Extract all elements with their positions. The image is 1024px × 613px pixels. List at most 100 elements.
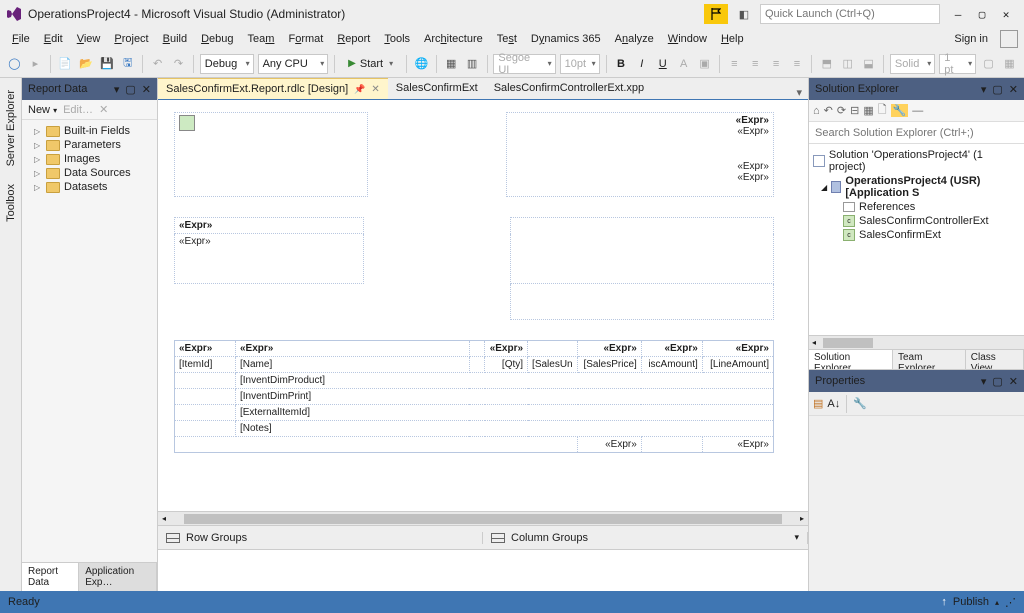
col-header[interactable]: «Expr» xyxy=(235,341,469,357)
notification-flag-icon[interactable] xyxy=(704,4,728,24)
se-solution[interactable]: Solution 'OperationsProject4' (1 project… xyxy=(811,148,1022,174)
se-tab-team[interactable]: Team Explorer xyxy=(893,350,966,369)
props-close-icon[interactable]: ✕ xyxy=(1009,375,1018,388)
col-header[interactable]: «Expr» xyxy=(641,341,702,357)
se-preview-icon[interactable]: — xyxy=(912,105,923,117)
se-search-input[interactable] xyxy=(809,122,1024,143)
data-cell[interactable]: [LineAmount] xyxy=(702,357,773,373)
tool-2-icon[interactable]: ▥ xyxy=(464,54,481,74)
pin-icon[interactable]: ▾ xyxy=(114,83,120,96)
footer-cell[interactable]: «Expr» xyxy=(578,437,641,453)
footer-cell[interactable]: «Expr» xyxy=(702,437,773,453)
se-sync-icon[interactable]: ⟳ xyxy=(837,104,846,117)
se-scrollbar[interactable]: ◂ xyxy=(809,335,1024,349)
tree-images[interactable]: ▷Images xyxy=(24,152,155,166)
save-icon[interactable]: 💾 xyxy=(98,54,115,74)
col-header[interactable]: «Expr» xyxy=(702,341,773,357)
start-button[interactable]: ▶Start▾ xyxy=(341,54,400,74)
data-cell[interactable]: [Qty] xyxy=(485,357,528,373)
tree-datasets[interactable]: ▷Datasets xyxy=(24,180,155,194)
dock-icon[interactable]: ▢ xyxy=(125,83,135,96)
se-close-icon[interactable]: ✕ xyxy=(1009,83,1018,96)
data-cell[interactable]: [SalesUn xyxy=(528,357,578,373)
menu-file[interactable]: File xyxy=(6,31,36,47)
data-cell[interactable]: [InventDimPrint] xyxy=(235,389,773,405)
tab-overflow-icon[interactable]: ▾ xyxy=(790,86,808,99)
platform-combo[interactable]: Any CPU xyxy=(258,54,329,74)
menu-debug[interactable]: Debug xyxy=(195,31,239,47)
bt-report-data[interactable]: Report Data xyxy=(22,563,79,591)
nav-back-icon[interactable]: ◯ xyxy=(6,54,23,74)
image-placeholder-icon[interactable] xyxy=(179,115,195,131)
se-references[interactable]: References xyxy=(811,200,1022,214)
expr-cell[interactable]: «Expr» xyxy=(179,220,212,231)
data-cell[interactable]: [ExternalItemId] xyxy=(235,405,773,421)
menu-architecture[interactable]: Architecture xyxy=(418,31,489,47)
se-item-ext[interactable]: cSalesConfirmExt xyxy=(811,228,1022,242)
pin-icon[interactable]: 📌 xyxy=(354,84,365,95)
groups-dropdown-icon[interactable]: ▾ xyxy=(794,532,799,543)
groups-body[interactable] xyxy=(158,549,808,591)
props-pin-icon[interactable]: ▢ xyxy=(992,375,1002,388)
expr-cell[interactable]: «Expr» xyxy=(511,161,769,172)
se-home-icon[interactable]: ⌂ xyxy=(813,105,820,117)
tree-builtin-fields[interactable]: ▷Built-in Fields xyxy=(24,124,155,138)
redo-icon[interactable]: ↷ xyxy=(170,54,187,74)
tree-data-sources[interactable]: ▷Data Sources xyxy=(24,166,155,180)
close-button[interactable]: ✕ xyxy=(998,6,1014,22)
data-cell[interactable]: [SalesPrice] xyxy=(578,357,641,373)
categorized-icon[interactable]: ▤ xyxy=(813,397,823,410)
status-publish[interactable]: Publish xyxy=(953,596,989,608)
menu-help[interactable]: Help xyxy=(715,31,750,47)
se-item-controller[interactable]: cSalesConfirmControllerExt xyxy=(811,214,1022,228)
alphabetical-icon[interactable]: A↓ xyxy=(827,398,840,410)
expr-cell[interactable]: «Expr» xyxy=(511,172,769,183)
menu-dynamics[interactable]: Dynamics 365 xyxy=(525,31,607,47)
properties-body[interactable] xyxy=(809,416,1024,591)
minimize-button[interactable]: — xyxy=(950,6,966,22)
se-refresh-icon[interactable]: 🗋 xyxy=(878,101,887,120)
horizontal-scrollbar[interactable]: ◂▸ xyxy=(158,511,808,525)
se-tab-solution[interactable]: Solution Explorer xyxy=(809,350,893,369)
data-cell[interactable]: [InventDimProduct] xyxy=(235,373,773,389)
resize-grip-icon[interactable]: ⋰ xyxy=(1005,596,1016,609)
se-tree[interactable]: Solution 'OperationsProject4' (1 project… xyxy=(809,144,1024,335)
expr-cell[interactable]: «Expr» xyxy=(511,126,769,137)
se-tab-classview[interactable]: Class View xyxy=(966,350,1024,369)
se-project[interactable]: ◢OperationsProject4 (USR) [Application S xyxy=(811,174,1022,200)
data-cell[interactable]: [Name] xyxy=(235,357,469,373)
tree-parameters[interactable]: ▷Parameters xyxy=(24,138,155,152)
se-collapse-icon[interactable]: ⊟ xyxy=(850,104,859,117)
doctab-design[interactable]: SalesConfirmExt.Report.rdlc [Design]📌✕ xyxy=(158,78,388,99)
tab-toolbox[interactable]: Toolbox xyxy=(3,176,19,230)
menu-team[interactable]: Team xyxy=(242,31,281,47)
col-header[interactable] xyxy=(528,341,578,357)
se-showall-icon[interactable]: ▦ xyxy=(863,104,873,117)
props-tool-icon[interactable]: 🔧 xyxy=(853,397,867,410)
col-header[interactable] xyxy=(469,341,484,357)
new-project-icon[interactable]: 📄 xyxy=(57,54,74,74)
report-designer[interactable]: «Expr» «Expr» «Expr» «Expr» «Expr» «Expr… xyxy=(158,100,808,511)
expr-cell[interactable]: «Expr» xyxy=(179,236,211,247)
menu-window[interactable]: Window xyxy=(662,31,713,47)
save-all-icon[interactable]: 🖫 xyxy=(119,54,136,74)
close-panel-icon[interactable]: ✕ xyxy=(142,83,151,96)
col-header[interactable]: «Expr» xyxy=(485,341,528,357)
menu-analyze[interactable]: Analyze xyxy=(609,31,660,47)
se-dropdown-icon[interactable]: ▾ xyxy=(981,83,987,96)
menu-tools[interactable]: Tools xyxy=(378,31,416,47)
menu-project[interactable]: Project xyxy=(108,31,154,47)
undo-icon[interactable]: ↶ xyxy=(149,54,166,74)
data-cell[interactable]: iscAmount] xyxy=(641,357,702,373)
report-data-tree[interactable]: ▷Built-in Fields ▷Parameters ▷Images ▷Da… xyxy=(22,120,157,562)
menu-test[interactable]: Test xyxy=(491,31,523,47)
publish-icon[interactable]: ↑ xyxy=(941,596,947,608)
tool-1-icon[interactable]: ▦ xyxy=(443,54,460,74)
close-tab-icon[interactable]: ✕ xyxy=(371,84,379,95)
se-pin-icon[interactable]: ▢ xyxy=(992,83,1002,96)
col-header[interactable]: «Expr» xyxy=(578,341,641,357)
data-cell[interactable] xyxy=(469,357,484,373)
col-header[interactable]: «Expr» xyxy=(175,341,236,357)
expr-cell[interactable]: «Expr» xyxy=(511,115,769,126)
feedback-icon[interactable]: ◧ xyxy=(734,4,754,24)
